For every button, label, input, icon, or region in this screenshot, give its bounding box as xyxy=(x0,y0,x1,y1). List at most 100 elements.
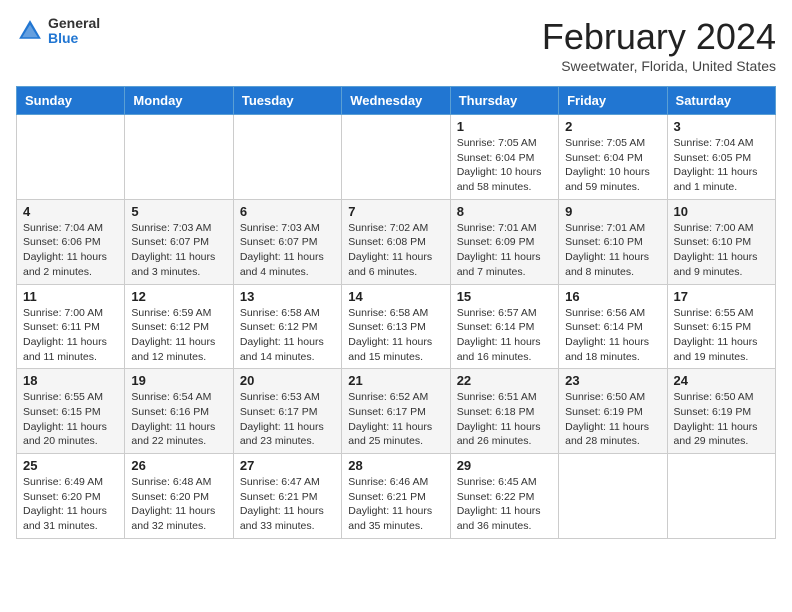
day-info: Sunrise: 7:03 AMSunset: 6:07 PMDaylight:… xyxy=(131,221,226,280)
day-info: Sunrise: 6:45 AMSunset: 6:22 PMDaylight:… xyxy=(457,475,552,534)
calendar-week-row: 11 Sunrise: 7:00 AMSunset: 6:11 PMDayligh… xyxy=(17,284,776,369)
calendar-header-monday: Monday xyxy=(125,87,233,115)
calendar-cell xyxy=(17,115,125,200)
day-number: 26 xyxy=(131,458,226,473)
day-info: Sunrise: 6:58 AMSunset: 6:12 PMDaylight:… xyxy=(240,306,335,365)
day-info: Sunrise: 7:01 AMSunset: 6:09 PMDaylight:… xyxy=(457,221,552,280)
logo-text: General Blue xyxy=(48,16,100,47)
logo: General Blue xyxy=(16,16,100,47)
day-number: 19 xyxy=(131,373,226,388)
calendar-cell xyxy=(559,454,667,539)
calendar-cell: 21 Sunrise: 6:52 AMSunset: 6:17 PMDayligh… xyxy=(342,369,450,454)
calendar-cell xyxy=(233,115,341,200)
day-info: Sunrise: 6:46 AMSunset: 6:21 PMDaylight:… xyxy=(348,475,443,534)
calendar-cell: 16Sunrise: 6:56 AMSunset: 6:14 PMDayligh… xyxy=(559,284,667,369)
calendar-cell: 4 Sunrise: 7:04 AMSunset: 6:06 PMDaylight… xyxy=(17,199,125,284)
day-number: 11 xyxy=(23,289,118,304)
logo-general-text: General xyxy=(48,16,100,31)
calendar-cell: 1 Sunrise: 7:05 AMSunset: 6:04 PMDaylight… xyxy=(450,115,558,200)
calendar-header-sunday: Sunday xyxy=(17,87,125,115)
day-info: Sunrise: 6:58 AMSunset: 6:13 PMDaylight:… xyxy=(348,306,443,365)
day-number: 15 xyxy=(457,289,552,304)
day-info: Sunrise: 7:05 AMSunset: 6:04 PMDaylight:… xyxy=(457,136,552,195)
calendar-cell: 29 Sunrise: 6:45 AMSunset: 6:22 PMDayligh… xyxy=(450,454,558,539)
day-info: Sunrise: 6:48 AMSunset: 6:20 PMDaylight:… xyxy=(131,475,226,534)
calendar-cell: 19Sunrise: 6:54 AMSunset: 6:16 PMDayligh… xyxy=(125,369,233,454)
day-number: 13 xyxy=(240,289,335,304)
calendar-header-thursday: Thursday xyxy=(450,87,558,115)
day-number: 21 xyxy=(348,373,443,388)
calendar-cell: 24Sunrise: 6:50 AMSunset: 6:19 PMDayligh… xyxy=(667,369,775,454)
day-number: 27 xyxy=(240,458,335,473)
day-info: Sunrise: 6:53 AMSunset: 6:17 PMDaylight:… xyxy=(240,390,335,449)
day-number: 29 xyxy=(457,458,552,473)
day-info: Sunrise: 6:51 AMSunset: 6:18 PMDaylight:… xyxy=(457,390,552,449)
calendar-cell: 25Sunrise: 6:49 AMSunset: 6:20 PMDayligh… xyxy=(17,454,125,539)
calendar-cell: 2Sunrise: 7:05 AMSunset: 6:04 PMDaylight… xyxy=(559,115,667,200)
day-number: 12 xyxy=(131,289,226,304)
day-number: 2 xyxy=(565,119,660,134)
calendar-table: SundayMondayTuesdayWednesdayThursdayFrid… xyxy=(16,86,776,539)
day-number: 6 xyxy=(240,204,335,219)
calendar-cell: 7 Sunrise: 7:02 AMSunset: 6:08 PMDaylight… xyxy=(342,199,450,284)
calendar-header-tuesday: Tuesday xyxy=(233,87,341,115)
day-number: 24 xyxy=(674,373,769,388)
day-number: 23 xyxy=(565,373,660,388)
calendar-cell: 3Sunrise: 7:04 AMSunset: 6:05 PMDaylight… xyxy=(667,115,775,200)
logo-blue-text: Blue xyxy=(48,31,100,46)
calendar-cell xyxy=(125,115,233,200)
calendar-week-row: 1 Sunrise: 7:05 AMSunset: 6:04 PMDaylight… xyxy=(17,115,776,200)
calendar-cell: 26 Sunrise: 6:48 AMSunset: 6:20 PMDayligh… xyxy=(125,454,233,539)
day-number: 28 xyxy=(348,458,443,473)
day-info: Sunrise: 6:47 AMSunset: 6:21 PMDaylight:… xyxy=(240,475,335,534)
day-info: Sunrise: 7:04 AMSunset: 6:06 PMDaylight:… xyxy=(23,221,118,280)
calendar-cell: 8 Sunrise: 7:01 AMSunset: 6:09 PMDaylight… xyxy=(450,199,558,284)
calendar-cell: 17Sunrise: 6:55 AMSunset: 6:15 PMDayligh… xyxy=(667,284,775,369)
day-info: Sunrise: 6:55 AMSunset: 6:15 PMDaylight:… xyxy=(23,390,118,449)
calendar-cell: 20 Sunrise: 6:53 AMSunset: 6:17 PMDayligh… xyxy=(233,369,341,454)
day-number: 14 xyxy=(348,289,443,304)
day-info: Sunrise: 6:52 AMSunset: 6:17 PMDaylight:… xyxy=(348,390,443,449)
calendar-cell: 22 Sunrise: 6:51 AMSunset: 6:18 PMDayligh… xyxy=(450,369,558,454)
calendar-cell xyxy=(342,115,450,200)
day-number: 1 xyxy=(457,119,552,134)
day-number: 16 xyxy=(565,289,660,304)
location-text: Sweetwater, Florida, United States xyxy=(542,58,776,74)
day-number: 25 xyxy=(23,458,118,473)
calendar-cell: 11 Sunrise: 7:00 AMSunset: 6:11 PMDayligh… xyxy=(17,284,125,369)
calendar-cell: 9 Sunrise: 7:01 AMSunset: 6:10 PMDaylight… xyxy=(559,199,667,284)
day-number: 7 xyxy=(348,204,443,219)
day-number: 20 xyxy=(240,373,335,388)
day-info: Sunrise: 6:55 AMSunset: 6:15 PMDaylight:… xyxy=(674,306,769,365)
calendar-cell: 12 Sunrise: 6:59 AMSunset: 6:12 PMDayligh… xyxy=(125,284,233,369)
day-info: Sunrise: 7:04 AMSunset: 6:05 PMDaylight:… xyxy=(674,136,769,195)
calendar-header-row: SundayMondayTuesdayWednesdayThursdayFrid… xyxy=(17,87,776,115)
calendar-cell: 15 Sunrise: 6:57 AMSunset: 6:14 PMDayligh… xyxy=(450,284,558,369)
calendar-cell: 13 Sunrise: 6:58 AMSunset: 6:12 PMDayligh… xyxy=(233,284,341,369)
day-info: Sunrise: 7:00 AMSunset: 6:10 PMDaylight:… xyxy=(674,221,769,280)
day-info: Sunrise: 6:50 AMSunset: 6:19 PMDaylight:… xyxy=(565,390,660,449)
calendar-header-wednesday: Wednesday xyxy=(342,87,450,115)
day-info: Sunrise: 7:00 AMSunset: 6:11 PMDaylight:… xyxy=(23,306,118,365)
calendar-cell: 5Sunrise: 7:03 AMSunset: 6:07 PMDaylight… xyxy=(125,199,233,284)
month-title: February 2024 xyxy=(542,16,776,58)
day-info: Sunrise: 7:02 AMSunset: 6:08 PMDaylight:… xyxy=(348,221,443,280)
day-info: Sunrise: 7:03 AMSunset: 6:07 PMDaylight:… xyxy=(240,221,335,280)
calendar-header-friday: Friday xyxy=(559,87,667,115)
calendar-header-saturday: Saturday xyxy=(667,87,775,115)
calendar-cell: 14 Sunrise: 6:58 AMSunset: 6:13 PMDayligh… xyxy=(342,284,450,369)
calendar-week-row: 4 Sunrise: 7:04 AMSunset: 6:06 PMDaylight… xyxy=(17,199,776,284)
day-info: Sunrise: 7:01 AMSunset: 6:10 PMDaylight:… xyxy=(565,221,660,280)
logo-icon xyxy=(16,17,44,45)
calendar-cell: 28 Sunrise: 6:46 AMSunset: 6:21 PMDayligh… xyxy=(342,454,450,539)
day-info: Sunrise: 6:57 AMSunset: 6:14 PMDaylight:… xyxy=(457,306,552,365)
day-info: Sunrise: 6:59 AMSunset: 6:12 PMDaylight:… xyxy=(131,306,226,365)
day-number: 9 xyxy=(565,204,660,219)
calendar-cell: 6 Sunrise: 7:03 AMSunset: 6:07 PMDaylight… xyxy=(233,199,341,284)
day-number: 8 xyxy=(457,204,552,219)
day-number: 4 xyxy=(23,204,118,219)
calendar-cell: 18Sunrise: 6:55 AMSunset: 6:15 PMDayligh… xyxy=(17,369,125,454)
calendar-cell: 27 Sunrise: 6:47 AMSunset: 6:21 PMDayligh… xyxy=(233,454,341,539)
day-number: 22 xyxy=(457,373,552,388)
calendar-cell: 10Sunrise: 7:00 AMSunset: 6:10 PMDayligh… xyxy=(667,199,775,284)
